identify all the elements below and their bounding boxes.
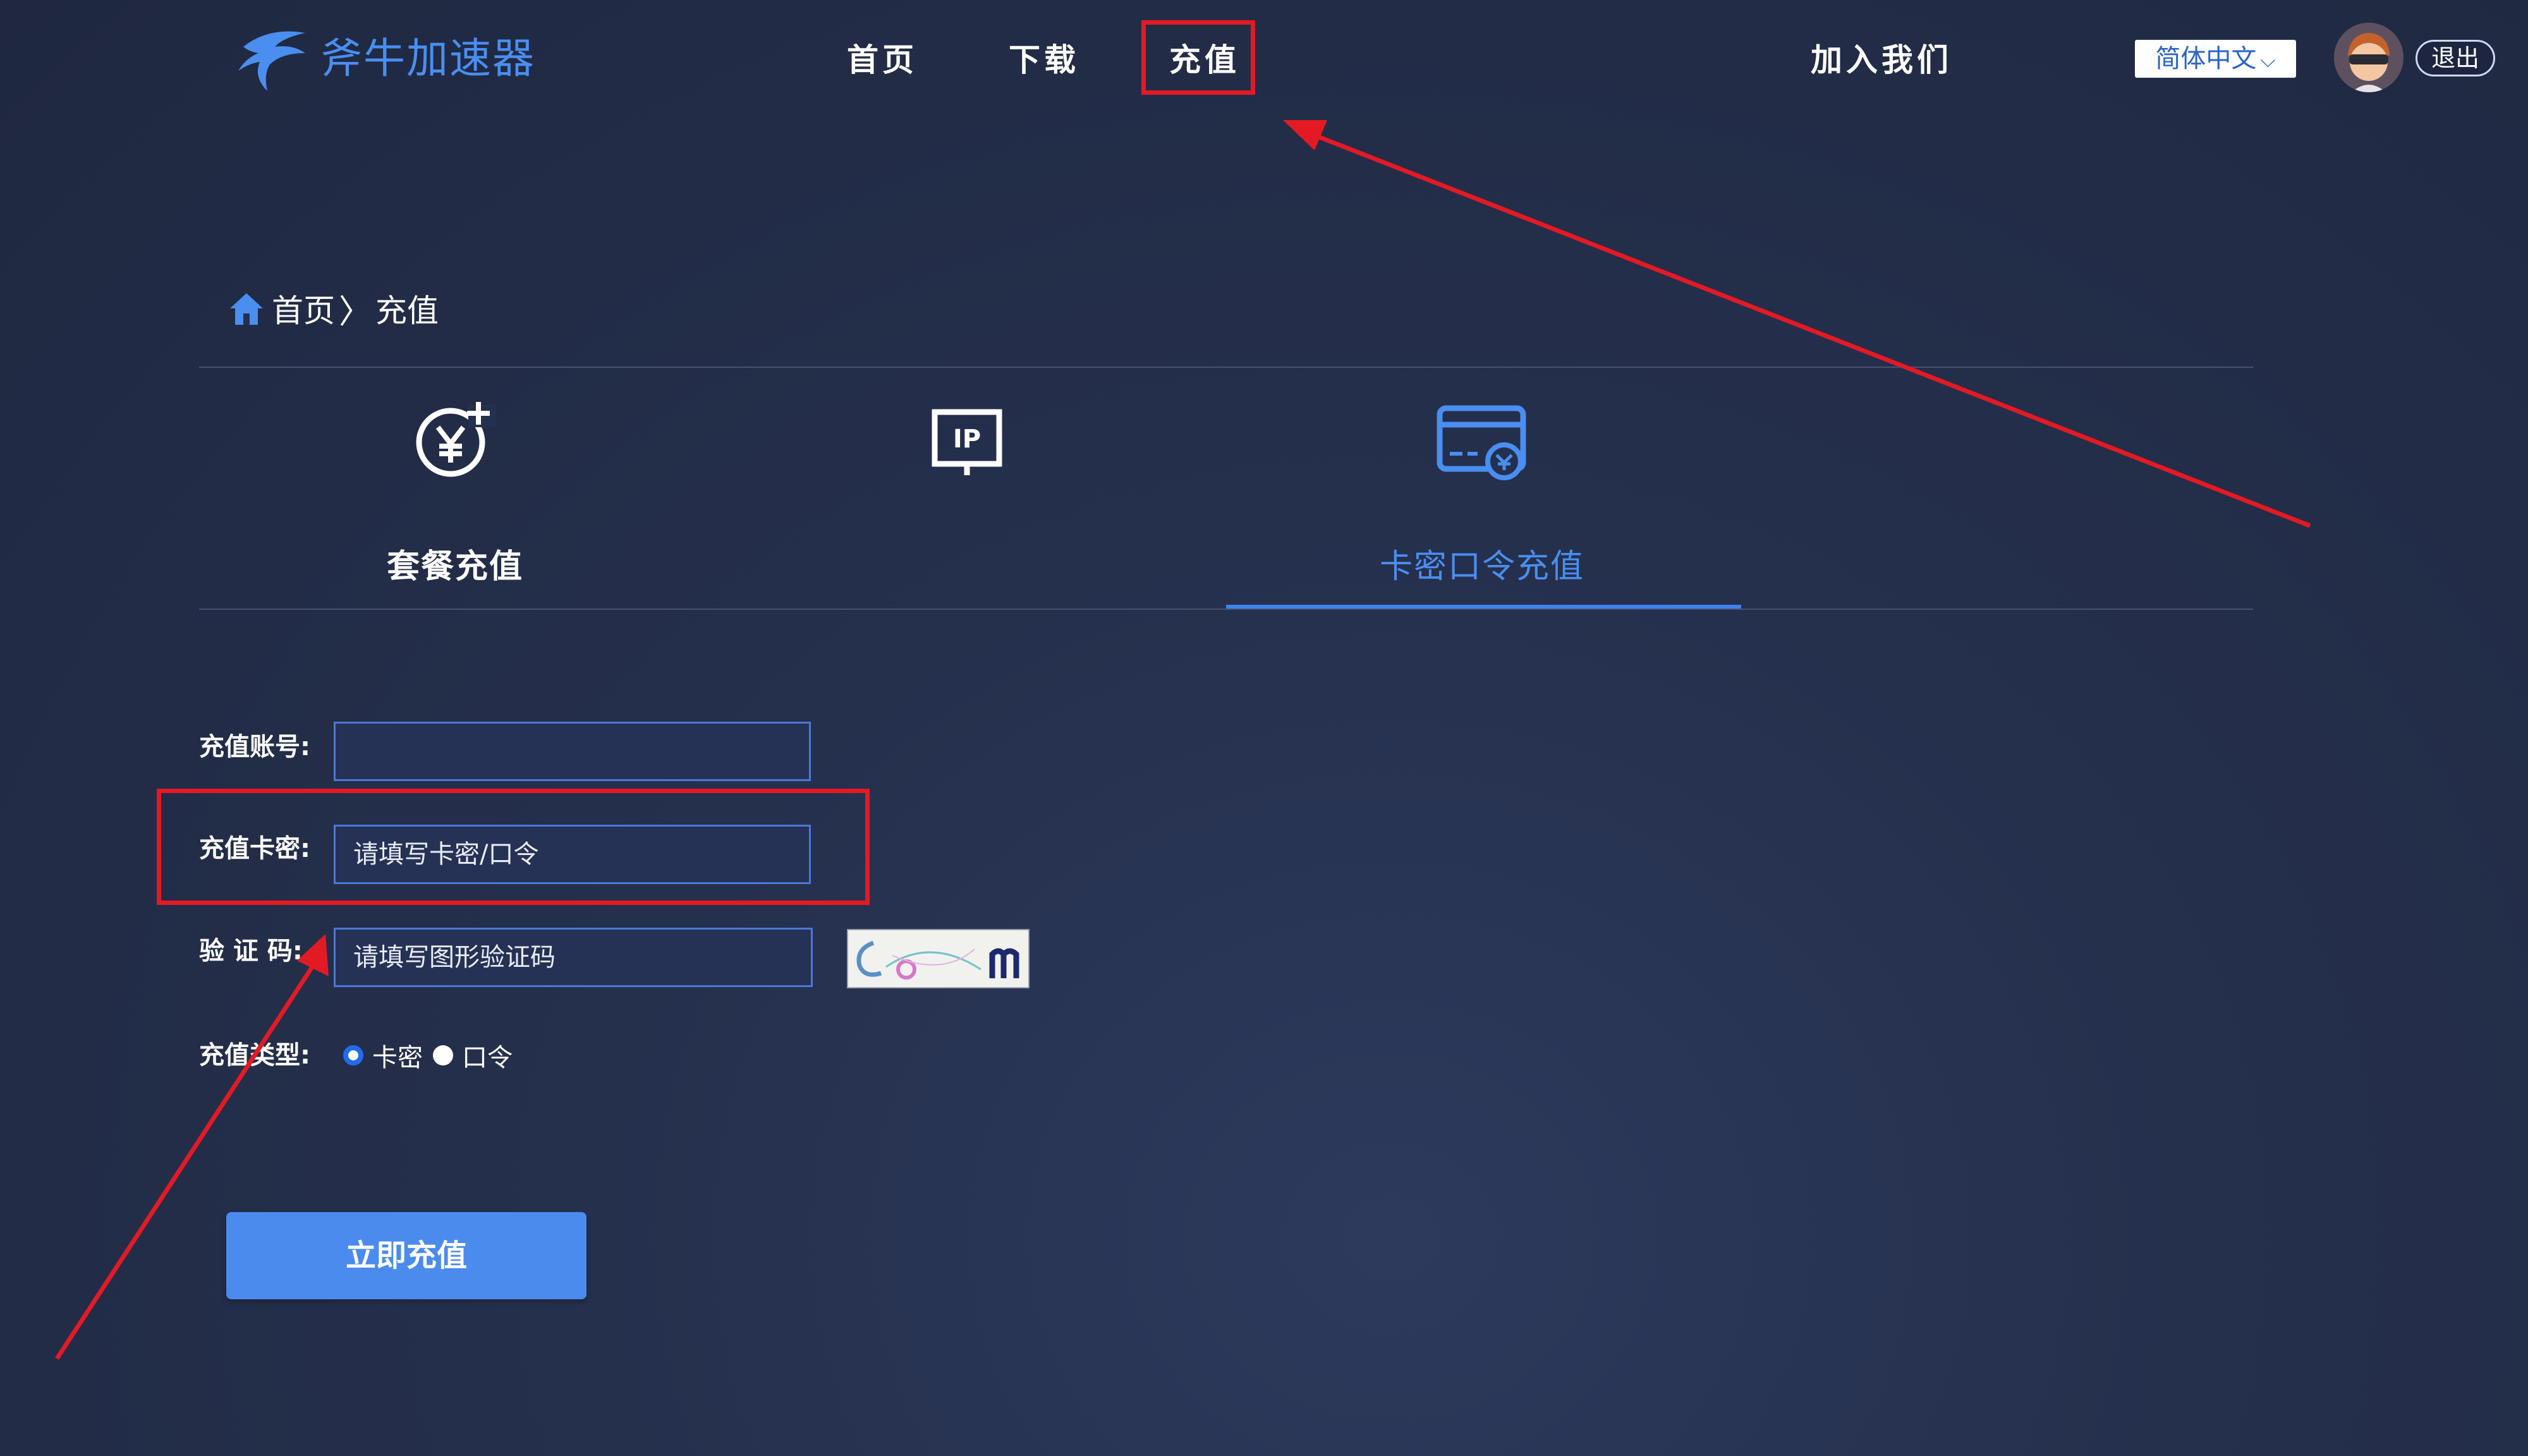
- captcha-graphic: [856, 940, 1019, 980]
- radio-card-label[interactable]: 卡密: [372, 1037, 423, 1074]
- radio-token-label[interactable]: 口令: [462, 1037, 513, 1074]
- captcha-label: 验 证 码:: [199, 937, 303, 966]
- type-label: 充值类型:: [199, 1041, 310, 1070]
- card-payment-icon: [1437, 405, 1526, 480]
- breadcrumb-home[interactable]: 首页: [272, 286, 335, 331]
- captcha-image[interactable]: [847, 929, 1030, 988]
- chevron-down-icon: ⌵: [2260, 48, 2276, 72]
- account-label: 充值账号:: [199, 732, 310, 761]
- language-select[interactable]: 简体中文 ⌵: [2135, 40, 2296, 78]
- breadcrumb: 首页 〉 充值: [228, 283, 439, 334]
- annotation-box-card: [157, 789, 870, 905]
- account-input[interactable]: [334, 722, 811, 781]
- nav-join-us[interactable]: 加入我们: [1811, 32, 1952, 88]
- radio-card[interactable]: [343, 1045, 363, 1065]
- tab-label: 卡密口令充值: [1379, 548, 1584, 586]
- chevron-right-icon: 〉: [339, 293, 372, 331]
- captcha-input[interactable]: [334, 928, 813, 987]
- language-selected-label: 简体中文: [2155, 44, 2257, 73]
- arrow-head-icon: [1283, 120, 1327, 150]
- recharge-type-group: 卡密 口令: [343, 1033, 513, 1077]
- home-icon[interactable]: [228, 289, 265, 327]
- divider: [199, 367, 2253, 368]
- brand-logo-icon: [238, 31, 305, 91]
- tab-card-recharge[interactable]: 卡密口令充值: [1229, 392, 1735, 607]
- nav-home[interactable]: 首页: [847, 32, 918, 88]
- logout-button[interactable]: 退出: [2416, 40, 2495, 76]
- tab-package-recharge[interactable]: 套餐充值: [202, 392, 708, 607]
- brand-logo[interactable]: 斧牛加速器: [231, 14, 535, 96]
- nav-download[interactable]: 下载: [1009, 32, 1079, 88]
- annotation-box-nav: [1141, 20, 1255, 95]
- annotation-arrow-line: [55, 966, 314, 1360]
- submit-recharge-button[interactable]: 立即充值: [226, 1212, 586, 1299]
- radio-token[interactable]: [433, 1045, 453, 1065]
- avatar[interactable]: [2334, 23, 2403, 92]
- brand-name: 斧牛加速器: [320, 34, 535, 83]
- divider: [199, 609, 2253, 610]
- tab-ip-recharge[interactable]: IP: [714, 392, 1220, 607]
- user-avatar-icon: [2334, 23, 2403, 92]
- yuan-coin-icon: [416, 402, 496, 477]
- tab-label: 套餐充值: [386, 548, 523, 586]
- ip-icon-text: IP: [953, 425, 981, 454]
- ip-monitor-icon: IP: [932, 409, 1002, 475]
- breadcrumb-current: 充值: [375, 293, 439, 329]
